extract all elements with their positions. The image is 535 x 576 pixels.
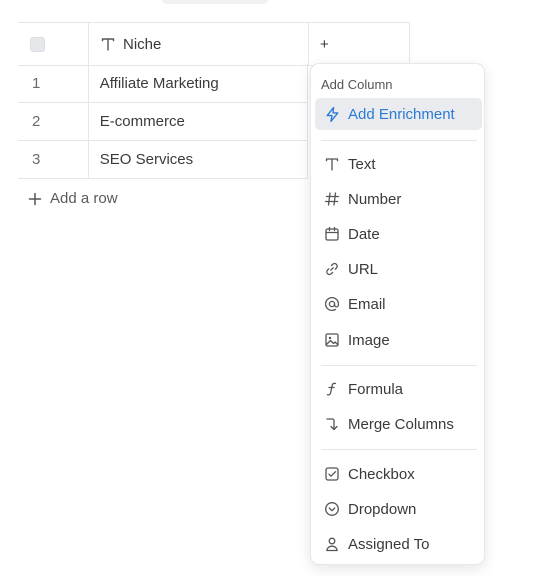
column-header-niche[interactable]: Niche bbox=[89, 23, 309, 65]
menu-item-email[interactable]: Email bbox=[315, 288, 482, 320]
menu-item-label: Add Enrichment bbox=[348, 105, 455, 123]
menu-item-dropdown[interactable]: Dropdown bbox=[315, 493, 482, 525]
menu-item-add-enrichment[interactable]: Add Enrichment bbox=[315, 98, 482, 130]
image-icon bbox=[323, 331, 341, 349]
link-icon bbox=[323, 260, 341, 278]
function-icon bbox=[323, 380, 341, 398]
add-column-button[interactable]: + bbox=[309, 23, 410, 65]
hash-icon bbox=[323, 190, 341, 208]
menu-divider bbox=[321, 449, 477, 450]
menu-section-label: Add Column bbox=[321, 77, 393, 92]
table-row[interactable]: 1 Affiliate Marketing bbox=[18, 64, 308, 103]
menu-item-label: Merge Columns bbox=[348, 415, 454, 433]
add-row-label: Add a row bbox=[50, 190, 118, 207]
menu-item-label: Text bbox=[348, 155, 376, 173]
table-cell[interactable]: E-commerce bbox=[89, 102, 308, 140]
menu-divider bbox=[321, 365, 477, 366]
lightning-icon bbox=[323, 105, 341, 123]
add-column-menu: Add Column Add Enrichment Text Number Da… bbox=[310, 63, 485, 565]
row-index: 3 bbox=[18, 140, 89, 178]
chevron-down-circle-icon bbox=[323, 500, 341, 518]
menu-item-formula[interactable]: Formula bbox=[315, 373, 482, 405]
table-cell[interactable]: SEO Services bbox=[89, 140, 308, 178]
at-sign-icon bbox=[323, 295, 341, 313]
text-type-icon bbox=[100, 36, 116, 52]
merge-arrow-icon bbox=[323, 415, 341, 433]
select-all-cell[interactable] bbox=[18, 23, 89, 65]
menu-item-url[interactable]: URL bbox=[315, 253, 482, 285]
user-icon bbox=[323, 535, 341, 553]
menu-item-text[interactable]: Text bbox=[315, 148, 482, 180]
table-row[interactable]: 2 E-commerce bbox=[18, 102, 308, 141]
menu-item-label: Dropdown bbox=[348, 500, 417, 518]
plus-icon: + bbox=[320, 35, 329, 53]
menu-item-label: Formula bbox=[348, 380, 404, 398]
menu-item-date[interactable]: Date bbox=[315, 218, 482, 250]
table-row[interactable]: 3 SEO Services bbox=[18, 140, 308, 179]
checkbox-icon bbox=[323, 465, 341, 483]
menu-item-label: Assigned To bbox=[348, 535, 430, 553]
text-type-icon bbox=[323, 155, 341, 173]
add-row-button[interactable]: Add a row bbox=[28, 190, 118, 207]
menu-item-label: Date bbox=[348, 225, 380, 243]
table-cell[interactable]: Affiliate Marketing bbox=[89, 64, 308, 102]
menu-item-label: Email bbox=[348, 295, 386, 313]
table-header-row: Niche + bbox=[18, 22, 410, 66]
menu-item-image[interactable]: Image bbox=[315, 324, 482, 356]
menu-item-label: Image bbox=[348, 331, 390, 349]
select-all-checkbox[interactable] bbox=[30, 36, 45, 52]
menu-item-merge-columns[interactable]: Merge Columns bbox=[315, 408, 482, 440]
plus-icon bbox=[28, 192, 42, 206]
row-index: 2 bbox=[18, 102, 89, 140]
menu-item-label: Checkbox bbox=[348, 465, 415, 483]
menu-item-checkbox[interactable]: Checkbox bbox=[315, 458, 482, 490]
menu-item-assigned-to[interactable]: Assigned To bbox=[315, 528, 482, 560]
calendar-icon bbox=[323, 225, 341, 243]
top-tab-edge bbox=[162, 0, 268, 4]
menu-item-label: URL bbox=[348, 260, 379, 278]
column-header-label: Niche bbox=[123, 35, 162, 53]
menu-divider bbox=[321, 140, 477, 141]
menu-item-number[interactable]: Number bbox=[315, 183, 482, 215]
row-index: 1 bbox=[18, 64, 89, 102]
menu-item-label: Number bbox=[348, 190, 402, 208]
